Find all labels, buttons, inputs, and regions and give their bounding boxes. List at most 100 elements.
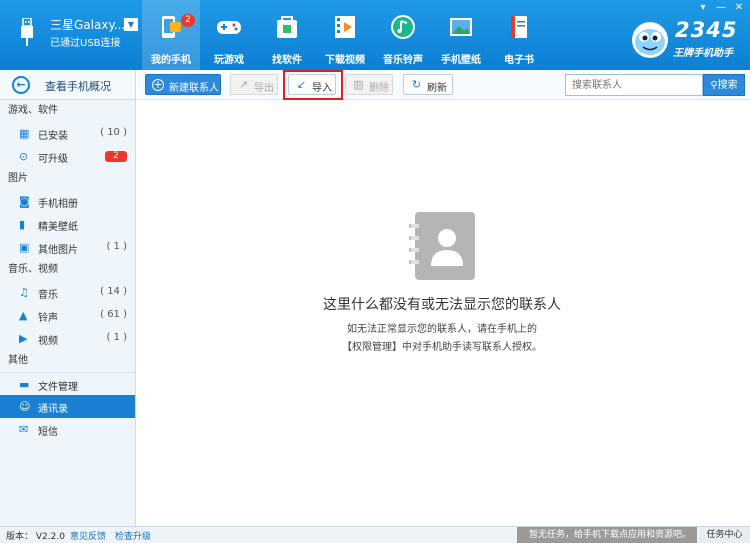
nav-videos[interactable]: 下载视频 (316, 0, 374, 70)
nav-label: 找软件 (272, 55, 302, 66)
nav-label: 电子书 (504, 55, 534, 66)
item-count: ( 14 ) (100, 286, 127, 297)
sidebar-item-label: 视频 (38, 336, 58, 347)
sidebar-item-label: 铃声 (38, 313, 58, 324)
sidebar-item-other-images[interactable]: ▣ 其他图片 ( 1 ) (0, 236, 135, 259)
phone-icon (162, 16, 181, 38)
plus-icon: + (152, 78, 164, 91)
button-label: 删除 (369, 83, 389, 94)
play-icon: ▶ (19, 332, 28, 345)
brand-subtitle: 王牌手机助手 (673, 48, 733, 59)
import-highlight-box (283, 70, 343, 100)
music-icon: ♫ (19, 286, 29, 299)
nav-music[interactable]: 音乐铃声 (374, 0, 432, 70)
device-name: 三星Galaxy... (50, 18, 126, 32)
empty-state-hint-line1: 如无法正常显示您的联系人，请在手机上的 (347, 324, 537, 335)
sidebar-item-wallpaper[interactable]: ▮ 精美壁纸 (0, 213, 135, 236)
empty-state-hint-line2: 【权限管理】中对手机助手读写联系人授权。 (342, 342, 542, 353)
nav-label: 我的手机 (151, 55, 191, 66)
sidebar-item-music[interactable]: ♫ 音乐 ( 14 ) (0, 281, 135, 304)
search-button[interactable]: ⚲搜索 (703, 74, 745, 96)
mail-icon: ✉ (19, 423, 29, 436)
sidebar-item-label: 音乐 (38, 290, 58, 301)
sidebar-item-label: 短信 (38, 427, 58, 438)
sidebar-group-title: 音乐、视频 (8, 264, 58, 275)
sidebar-item-label: 文件管理 (38, 382, 78, 393)
usb-icon (21, 18, 33, 46)
task-center-button[interactable]: 任务中心 (699, 527, 750, 543)
folder-icon: ▬ (19, 378, 30, 391)
item-count: ( 1 ) (106, 241, 127, 252)
item-count: ( 10 ) (100, 127, 127, 138)
bell-icon: ▲ (19, 309, 28, 322)
nav-software[interactable]: 找软件 (258, 0, 316, 70)
empty-contacts-icon (409, 212, 475, 280)
device-dropdown-icon[interactable]: ▼ (124, 18, 138, 31)
top-header: 三星Galaxy... ▼ 已通过USB连接 2 我的手机 玩游戏 找软件 下载… (0, 0, 750, 70)
sidebar-item-label: 其他图片 (38, 245, 78, 256)
contacts-icon: ☺ (19, 400, 31, 413)
sidebar-item-label: 已安装 (38, 131, 68, 142)
empty-state-title: 这里什么都没有或无法显示您的联系人 (323, 297, 561, 313)
nav-label: 下载视频 (325, 55, 365, 66)
new-contact-button[interactable]: + 新建联系人 (145, 74, 221, 95)
sidebar-item-videos[interactable]: ▶ 视频 ( 1 ) (0, 327, 135, 350)
sidebar-item-album[interactable]: ◙ 手机相册 (0, 190, 135, 213)
button-label: 导出 (254, 83, 274, 94)
nav-games[interactable]: 玩游戏 (200, 0, 258, 70)
grid-icon: ▦ (19, 127, 30, 140)
sidebar-group-title: 图片 (8, 173, 28, 184)
sidebar-item-upgradable[interactable]: ⊙ 可升级 2 (0, 145, 135, 168)
nav-ebooks[interactable]: 电子书 (490, 0, 548, 70)
sidebar-item-installed[interactable]: ▦ 已安装 ( 10 ) (0, 122, 135, 145)
main-nav: 2 我的手机 玩游戏 找软件 下载视频 音乐铃声 手机壁纸 电子书 (142, 0, 548, 70)
menu-dropdown-icon[interactable]: ▾ (696, 2, 710, 14)
gamepad-icon (217, 21, 241, 34)
back-arrow-icon[interactable]: ← (12, 76, 30, 94)
feedback-link[interactable]: 意见反馈 (70, 529, 106, 542)
sidebar-group-title: 游戏、软件 (8, 105, 58, 116)
refresh-button[interactable]: ↻ 刷新 (403, 74, 453, 95)
refresh-icon: ↻ (411, 78, 422, 91)
sidebar-item-ringtones[interactable]: ▲ 铃声 ( 61 ) (0, 304, 135, 327)
task-status: 暂无任务，给手机下载点应用和资源吧。 (517, 527, 697, 543)
app-bag-icon (277, 16, 297, 38)
device-selector[interactable]: 三星Galaxy... ▼ 已通过USB连接 (16, 14, 146, 54)
nav-wallpaper[interactable]: 手机壁纸 (432, 0, 490, 70)
overview-label: 查看手机概况 (45, 80, 111, 93)
button-label: 新建联系人 (169, 83, 219, 94)
upgrade-badge: 2 (105, 151, 127, 162)
camera-icon: ◙ (19, 195, 30, 208)
item-count: ( 61 ) (100, 309, 127, 320)
contact-search: ⚲搜索 (565, 74, 745, 96)
nav-my-phone[interactable]: 2 我的手机 (142, 0, 200, 70)
sidebar-item-sms[interactable]: ✉ 短信 (0, 418, 135, 441)
nav-label: 音乐铃声 (383, 55, 423, 66)
book-icon (511, 16, 527, 38)
sidebar-item-files[interactable]: ▬ 文件管理 (0, 372, 135, 395)
sidebar-item-label: 手机相册 (38, 199, 78, 210)
sidebar-item-label: 精美壁纸 (38, 222, 78, 233)
check-update-link[interactable]: 检查升级 (115, 529, 151, 542)
upgrade-icon: ⊙ (19, 150, 29, 163)
trash-icon: ▥ (353, 78, 364, 91)
export-button[interactable]: ↗ 导出 (230, 74, 278, 95)
wallpaper-icon (450, 18, 472, 36)
device-connection-status: 已通过USB连接 (50, 38, 121, 49)
sidebar-item-contacts[interactable]: ☺ 通讯录 (0, 395, 135, 418)
item-count: ( 1 ) (106, 332, 127, 343)
mascot-icon (632, 22, 668, 58)
minimize-icon[interactable]: — (714, 2, 728, 14)
delete-button[interactable]: ▥ 删除 (345, 74, 393, 95)
close-icon[interactable]: ✕ (732, 2, 746, 14)
search-input[interactable] (565, 74, 703, 96)
search-button-label: 搜索 (717, 80, 738, 91)
search-icon: ⚲ (710, 80, 718, 91)
sidebar-group-title: 其他 (8, 355, 28, 366)
brand-logo: 2345 王牌手机助手 (625, 18, 750, 62)
video-film-icon (335, 16, 355, 38)
view-phone-overview[interactable]: ← 查看手机概况 (0, 70, 135, 100)
music-note-icon (391, 15, 415, 39)
export-icon: ↗ (238, 78, 249, 91)
version-label: 版本： V2.2.0 (6, 532, 65, 542)
